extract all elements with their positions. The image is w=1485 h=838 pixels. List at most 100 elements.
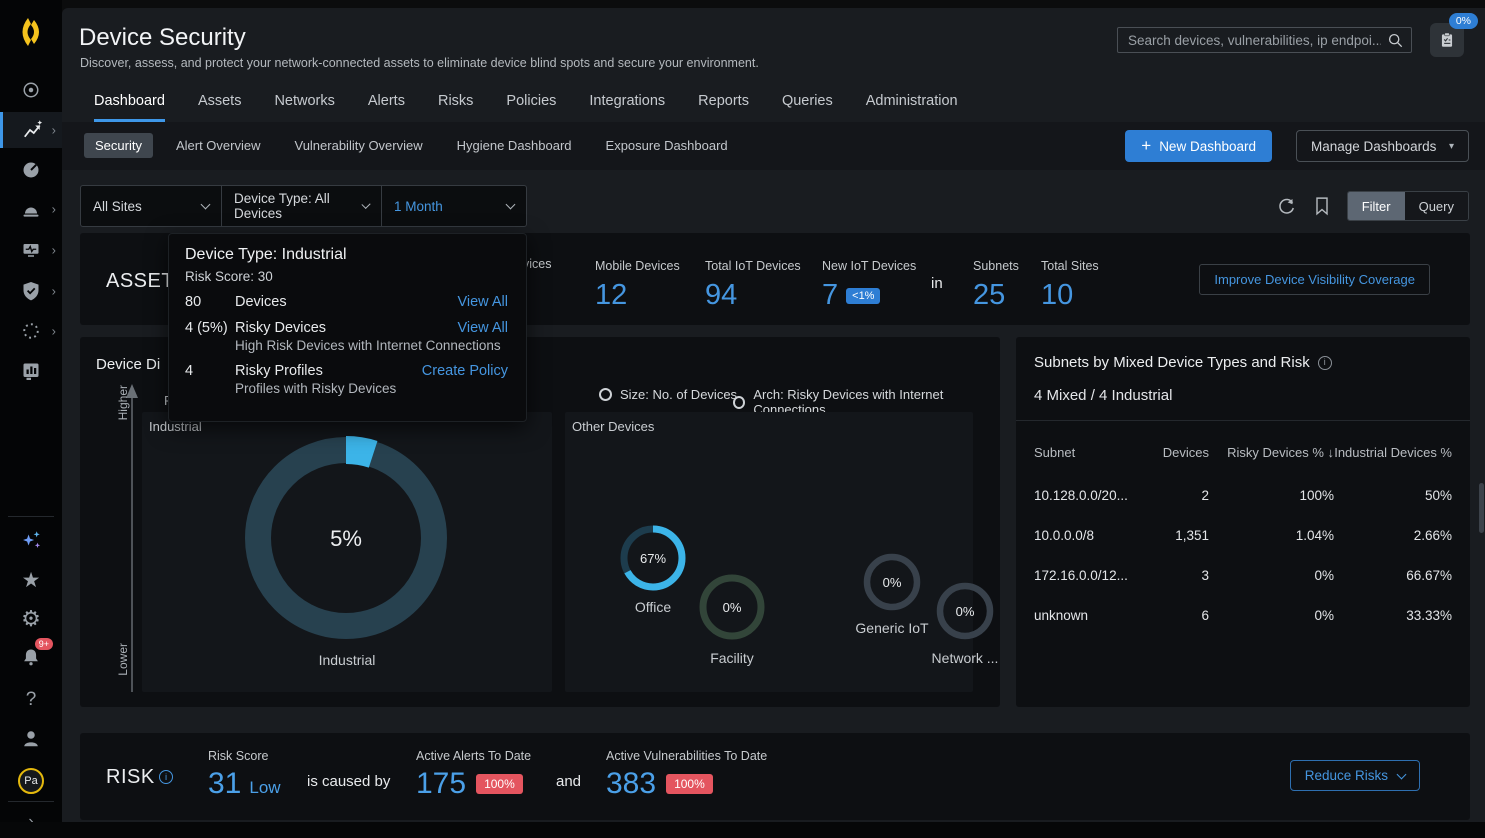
- tab-queries[interactable]: Queries: [782, 93, 833, 122]
- alerts-badge: 100%: [476, 774, 523, 794]
- sidebar-item-reports[interactable]: [0, 352, 62, 390]
- tooltip-row-risky-profiles: 4 Risky Profiles Create Policy Profiles …: [185, 363, 508, 396]
- page-title: Device Security: [79, 24, 246, 52]
- col-risky[interactable]: Risky Devices % ↓: [1209, 445, 1334, 460]
- sidebar-item-policies[interactable]: ›: [0, 272, 62, 310]
- stat-value[interactable]: 7: [822, 279, 838, 312]
- other-devices-panel-label: Other Devices: [572, 419, 654, 434]
- bubble-network[interactable]: 0%: [935, 581, 995, 641]
- vulns-badge: 100%: [666, 774, 713, 794]
- cell-risky: 100%: [1209, 488, 1334, 503]
- sidebar-item-favorites[interactable]: ★: [0, 561, 62, 599]
- time-range-select[interactable]: 1 Month: [382, 185, 527, 227]
- chevron-right-icon: ›: [52, 324, 56, 339]
- reduce-risks-button[interactable]: Reduce Risks: [1290, 760, 1420, 791]
- filter-toggle-button[interactable]: Filter: [1348, 192, 1405, 220]
- cell-devices: 1,351: [1154, 528, 1209, 543]
- sidebar-item-alerts[interactable]: ›: [0, 190, 62, 228]
- subnet-link[interactable]: 10.128.0.0/20...: [1034, 488, 1154, 503]
- legend-size[interactable]: Size: No. of Devices: [599, 387, 737, 402]
- axis-top-label: Higher: [116, 385, 130, 420]
- sidebar-item-processes[interactable]: ›: [0, 312, 62, 350]
- sidebar-avatar[interactable]: Pa: [0, 762, 62, 800]
- stat-value[interactable]: 94: [705, 279, 801, 312]
- device-type-select[interactable]: Device Type: All Devices: [222, 185, 382, 227]
- col-subnet[interactable]: Subnet: [1034, 445, 1154, 460]
- search-input[interactable]: [1117, 27, 1412, 53]
- sidebar: › › ›: [0, 0, 62, 838]
- info-icon[interactable]: i: [159, 770, 173, 784]
- query-toggle-button[interactable]: Query: [1405, 192, 1468, 220]
- manage-dashboards-button[interactable]: Manage Dashboards ▾: [1296, 130, 1469, 162]
- sidebar-item-settings[interactable]: ⚙: [0, 600, 62, 638]
- subnet-link[interactable]: 172.16.0.0/12...: [1034, 568, 1154, 583]
- info-icon[interactable]: i: [1318, 356, 1332, 370]
- industrial-donut-chart[interactable]: 5%: [243, 435, 449, 641]
- sidebar-item-gauge[interactable]: [0, 151, 62, 189]
- bubble-generic-iot[interactable]: 0%: [862, 552, 922, 612]
- logo-glyph: [15, 16, 47, 48]
- star-icon: ★: [22, 568, 41, 593]
- stat-value[interactable]: 25: [973, 279, 1019, 312]
- claroty-logo-icon[interactable]: [0, 13, 62, 51]
- sidebar-item-notifications[interactable]: 9+: [0, 638, 62, 676]
- stat-value[interactable]: 12: [595, 279, 680, 312]
- subnet-link[interactable]: unknown: [1034, 608, 1154, 623]
- create-policy-link[interactable]: Create Policy: [422, 363, 508, 379]
- tab-reports[interactable]: Reports: [698, 93, 749, 122]
- cell-devices: 3: [1154, 568, 1209, 583]
- bubble-percent: 0%: [883, 575, 902, 590]
- cell-industrial: 2.66%: [1334, 528, 1452, 543]
- stat-value[interactable]: 10: [1041, 279, 1099, 312]
- bookmark-icon[interactable]: [1313, 196, 1331, 216]
- subnet-link[interactable]: 10.0.0.0/8: [1034, 528, 1154, 543]
- search-icon[interactable]: [1387, 32, 1404, 49]
- view-all-link[interactable]: View All: [457, 320, 508, 336]
- risk-score-value[interactable]: 31: [208, 767, 241, 801]
- refresh-icon[interactable]: [1276, 196, 1297, 217]
- tab-dashboard[interactable]: Dashboard: [94, 93, 165, 122]
- donut-caption: Industrial: [142, 652, 552, 668]
- subtab-hygiene-dashboard[interactable]: Hygiene Dashboard: [446, 133, 583, 158]
- stat-subnets: Subnets 25: [973, 257, 1019, 312]
- sites-select[interactable]: All Sites: [80, 185, 222, 227]
- industrial-device-tooltip: Device Type: Industrial Risk Score: 30 8…: [168, 233, 527, 422]
- tab-policies[interactable]: Policies: [506, 93, 556, 122]
- sidebar-divider: [8, 516, 54, 517]
- sidebar-item-ai[interactable]: [0, 522, 62, 560]
- sidebar-item-device-security[interactable]: ›: [0, 112, 62, 148]
- stat-mobile-devices: Mobile Devices 12: [595, 257, 680, 312]
- sidebar-item-devices[interactable]: ›: [0, 231, 62, 269]
- alerts-value[interactable]: 175: [416, 767, 466, 801]
- new-dashboard-button[interactable]: + New Dashboard: [1125, 130, 1272, 162]
- tab-networks[interactable]: Networks: [274, 93, 334, 122]
- improve-visibility-button[interactable]: Improve Device Visibility Coverage: [1199, 264, 1430, 295]
- subtab-security[interactable]: Security: [84, 133, 153, 158]
- view-all-link[interactable]: View All: [457, 294, 508, 310]
- sidebar-item-radar[interactable]: [0, 71, 62, 109]
- bubble-facility[interactable]: 0%: [698, 573, 766, 641]
- scrollbar-thumb[interactable]: [1479, 483, 1484, 533]
- bubble-label: Generic IoT: [848, 620, 936, 636]
- sidebar-item-help[interactable]: ?: [0, 681, 62, 719]
- device-chart-title: Device Di: [96, 356, 160, 373]
- subtab-alert-overview[interactable]: Alert Overview: [165, 133, 272, 158]
- tab-integrations[interactable]: Integrations: [589, 93, 665, 122]
- col-industrial[interactable]: Industrial Devices %: [1334, 445, 1452, 460]
- filter-query-toggle: Filter Query: [1347, 191, 1469, 221]
- tab-risks[interactable]: Risks: [438, 93, 473, 122]
- subtab-exposure-dashboard[interactable]: Exposure Dashboard: [595, 133, 739, 158]
- sidebar-item-user[interactable]: [0, 719, 62, 757]
- row-label: Risky Devices: [235, 320, 457, 336]
- tab-assets[interactable]: Assets: [198, 93, 242, 122]
- tooltip-row-devices: 80 Devices View All: [185, 294, 508, 310]
- bubble-office[interactable]: 67%: [619, 524, 687, 592]
- tab-administration[interactable]: Administration: [866, 93, 958, 122]
- col-devices[interactable]: Devices: [1154, 445, 1209, 460]
- subtab-vulnerability-overview[interactable]: Vulnerability Overview: [284, 133, 434, 158]
- footer-bar: [0, 822, 1485, 838]
- caused-by-text: is caused by: [307, 773, 390, 790]
- bubble-percent: 67%: [640, 551, 666, 566]
- tab-alerts[interactable]: Alerts: [368, 93, 405, 122]
- vulns-value[interactable]: 383: [606, 767, 656, 801]
